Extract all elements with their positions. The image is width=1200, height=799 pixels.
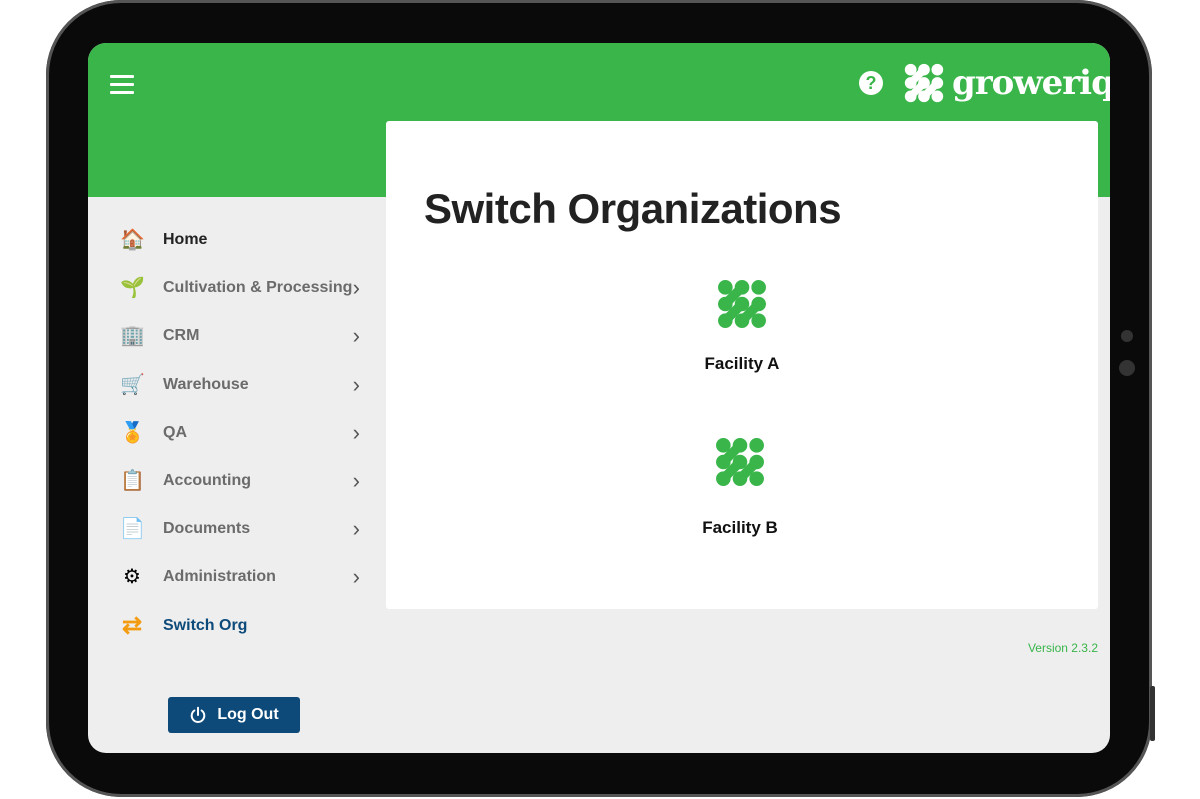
facility-name: Facility B (702, 518, 778, 537)
question-circle-icon[interactable]: ? (859, 71, 883, 95)
chevron-right-icon[interactable]: › (353, 516, 360, 542)
camera-lens (1119, 360, 1135, 376)
sidebar-item-accounting[interactable]: 📋 Accounting › (120, 466, 360, 496)
chevron-right-icon[interactable]: › (353, 420, 360, 446)
contacts-icon: 🏢 (120, 325, 145, 348)
gears-icon: ⚙ (123, 566, 141, 589)
hamburger-menu-icon[interactable] (110, 75, 134, 99)
chevron-right-icon[interactable]: › (353, 323, 360, 349)
page-title: Switch Organizations (424, 185, 842, 232)
chevron-right-icon[interactable]: › (353, 372, 360, 398)
switch-org-card: Switch Organizations Facility A Facility… (386, 121, 1098, 609)
tablet-side-button (1150, 686, 1155, 741)
sidebar-item-switch-org[interactable]: ⇄ Switch Org (120, 611, 360, 641)
swap-arrows-icon: ⇄ (121, 611, 143, 639)
facility-logo-icon (718, 280, 766, 328)
camera-dot (1121, 330, 1133, 342)
document-icon: 📄 (120, 518, 145, 541)
award-icon: 🏅 (120, 421, 145, 444)
app-screen: ? groweriq 🏠 Home 🌱 Cultivation & Processin… (88, 43, 1110, 753)
sidebar-item-label: Documents (163, 520, 251, 538)
facility-a-option[interactable]: Facility A (662, 279, 822, 374)
sidebar-item-label: Warehouse (163, 375, 249, 393)
power-icon (191, 706, 206, 723)
sidebar-item-label: Accounting (163, 472, 251, 489)
sidebar-item-label: Administration (163, 568, 276, 586)
sidebar-item-qa[interactable]: 🏅 QA › (120, 418, 360, 448)
sidebar-item-crm[interactable]: 🏢 CRM › (120, 321, 360, 351)
facility-logo-icon (716, 438, 764, 486)
sidebar-item-label: Switch Org (163, 616, 248, 634)
plant-icon: 🌱 (120, 277, 145, 300)
facility-name: Facility A (704, 354, 780, 373)
sidebar-item-administration[interactable]: ⚙ Administration › (120, 562, 360, 592)
cart-icon: 🛒 (120, 373, 145, 396)
sidebar-item-label: Home (163, 231, 208, 248)
facility-b-option[interactable]: Facility B (660, 437, 820, 538)
sidebar-item-warehouse[interactable]: 🛒 Warehouse › (120, 370, 360, 400)
sidebar-item-label: CRM (163, 327, 200, 345)
house-icon: 🏠 (120, 229, 145, 251)
chevron-right-icon[interactable]: › (353, 564, 360, 590)
logout-button[interactable]: Log Out (168, 697, 300, 733)
logo-text: groweriq (952, 63, 1110, 103)
logo-mark-icon (904, 63, 944, 103)
chevron-right-icon[interactable]: › (353, 468, 360, 494)
clipboard-icon: 📋 (120, 470, 145, 492)
version-label: Version 2.3.2 (1027, 641, 1098, 655)
sidebar-item-cultivation-processing[interactable]: 🌱 Cultivation & Processing › (120, 273, 360, 303)
logout-label: Log Out (217, 706, 279, 723)
sidebar-item-home[interactable]: 🏠 Home (120, 225, 360, 255)
sidebar-item-documents[interactable]: 📄 Documents › (120, 514, 360, 544)
groweriq-logo: groweriq (904, 63, 1110, 103)
chevron-right-icon[interactable]: › (353, 275, 360, 301)
sidebar-item-label: QA (163, 423, 187, 441)
sidebar-item-label: Cultivation & Processing (163, 279, 353, 297)
